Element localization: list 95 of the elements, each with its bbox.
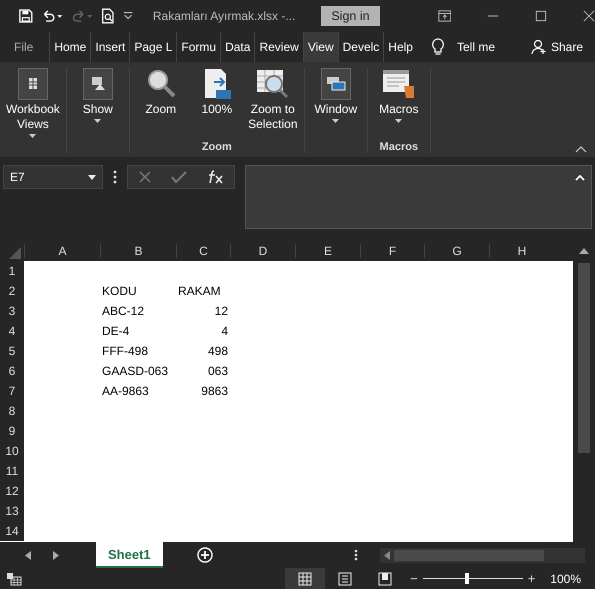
show-icon — [82, 68, 113, 100]
table-cell-text: ABC-12 — [101, 304, 146, 318]
collapse-ribbon-icon[interactable] — [575, 146, 587, 153]
previous-sheet-icon[interactable] — [25, 550, 31, 560]
scroll-left-icon[interactable] — [384, 550, 390, 560]
table-cell-text: 063 — [206, 364, 229, 378]
maximize-icon[interactable] — [535, 9, 548, 23]
ribbon-button[interactable]: Show — [70, 68, 126, 153]
name-box[interactable]: E7 — [3, 165, 103, 189]
ribbon-button[interactable]: 100% — [188, 68, 245, 141]
caret-icon — [332, 119, 340, 123]
row-header[interactable]: 7 — [0, 381, 24, 401]
window-title: Rakamları Ayırmak.xlsx -... — [152, 9, 296, 23]
sheet-tab[interactable]: Sheet1 — [96, 542, 163, 568]
collapse-icon[interactable] — [575, 175, 585, 181]
view-button[interactable] — [285, 568, 326, 589]
row-header[interactable]: 12 — [0, 481, 24, 501]
column-header[interactable]: D — [230, 244, 295, 258]
zoom-slider-thumb[interactable] — [464, 573, 469, 584]
column-header[interactable]: E — [295, 244, 360, 258]
horizontal-scrollbar[interactable] — [380, 548, 585, 562]
row-header[interactable]: 4 — [0, 321, 24, 341]
person-add-icon — [531, 39, 547, 55]
workbook-icon — [18, 68, 48, 100]
more-icon[interactable] — [113, 170, 117, 184]
insert-function-icon[interactable] — [206, 170, 224, 184]
table-cell-text: 4 — [220, 324, 229, 338]
table-cell-text: 12 — [214, 304, 229, 318]
page-icon — [338, 572, 352, 586]
zoom-in-button[interactable]: + — [528, 571, 536, 586]
table-cell-text: 498 — [206, 344, 229, 358]
magnifier-icon — [146, 68, 176, 100]
page-break-icon — [378, 572, 392, 586]
scroll-up-icon[interactable] — [579, 248, 589, 254]
macros-icon — [382, 68, 416, 100]
table-cell-text: GAASD-063 — [101, 364, 170, 378]
zoom-selection-icon — [256, 68, 290, 100]
row-header[interactable]: 11 — [0, 461, 24, 481]
row-header[interactable]: 10 — [0, 441, 24, 461]
caret-icon — [94, 119, 102, 123]
lightbulb-icon[interactable] — [430, 38, 445, 56]
more-icon[interactable] — [354, 549, 358, 561]
row-header[interactable]: 14 — [0, 521, 24, 541]
column-header[interactable]: C — [176, 244, 230, 258]
caret-icon — [88, 174, 96, 180]
share-button[interactable]: Share — [531, 32, 584, 62]
row-header[interactable]: 8 — [0, 401, 24, 421]
close-icon[interactable] — [583, 9, 595, 23]
macro-record-icon[interactable] — [6, 572, 22, 586]
column-header[interactable]: A — [24, 244, 100, 258]
ribbon-display-icon[interactable] — [438, 9, 452, 23]
caret-icon — [29, 134, 36, 138]
group-label: Macros — [380, 141, 418, 153]
group-label: Zoom — [202, 141, 232, 153]
ribbon-button[interactable]: Zoom to Selection — [244, 68, 301, 141]
grid-icon — [298, 572, 312, 586]
caret-icon — [395, 119, 402, 123]
formula-input[interactable] — [245, 165, 592, 229]
row-header[interactable]: 6 — [0, 361, 24, 381]
table-cell-text: FFF-498 — [101, 344, 150, 358]
cancel-icon[interactable] — [138, 170, 152, 184]
next-sheet-icon[interactable] — [53, 550, 59, 560]
row-header[interactable]: 13 — [0, 501, 24, 521]
sign-in-button[interactable]: Sign in — [321, 6, 380, 26]
column-header[interactable]: F — [360, 244, 424, 258]
customize-toolbar-icon[interactable] — [122, 11, 133, 21]
table-cell-text: AA-9863 — [101, 384, 150, 398]
ribbon-tab[interactable]: File — [10, 32, 38, 62]
zoom-level[interactable]: 100% — [550, 572, 581, 586]
redo-icon[interactable] — [70, 8, 93, 24]
ribbon-button[interactable]: Macros — [370, 68, 427, 141]
add-sheet-icon[interactable] — [196, 547, 213, 563]
table-cell-text: RAKAM — [177, 284, 222, 298]
row-header[interactable]: 5 — [0, 341, 24, 361]
check-icon[interactable] — [170, 170, 187, 184]
print-preview-icon[interactable] — [100, 7, 115, 25]
row-header[interactable]: 3 — [0, 301, 24, 321]
ribbon-button[interactable]: Zoom — [132, 68, 189, 141]
ribbon-button[interactable]: Window — [308, 68, 364, 153]
column-header[interactable]: G — [424, 244, 489, 258]
zoom-out-button[interactable]: − — [410, 571, 418, 586]
ribbon-tab[interactable]: View — [302, 32, 338, 62]
tell-me-label[interactable]: Tell me — [456, 40, 495, 54]
row-header[interactable]: 2 — [0, 281, 24, 301]
scrollbar-thumb[interactable] — [578, 263, 590, 453]
row-header[interactable]: 9 — [0, 421, 24, 441]
ribbon-button[interactable]: Workbook Views — [3, 68, 63, 153]
table-cell-text: DE-4 — [101, 324, 130, 338]
table-cell-text: 9863 — [200, 384, 229, 398]
column-header[interactable]: B — [100, 244, 176, 258]
table-cell-text: KODU — [101, 284, 138, 298]
column-header[interactable]: H — [489, 244, 554, 258]
save-icon[interactable] — [19, 8, 33, 24]
window-icon — [320, 68, 351, 100]
row-header[interactable]: 1 — [0, 261, 24, 281]
